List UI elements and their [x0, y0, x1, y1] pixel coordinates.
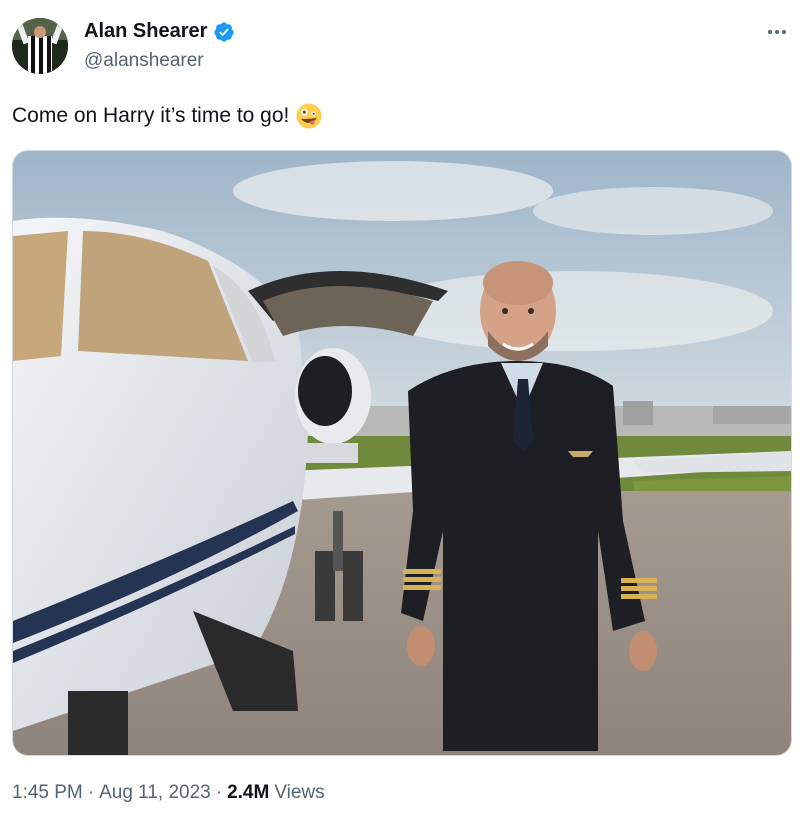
more-dot-icon — [775, 30, 779, 34]
views-count[interactable]: 2.4M — [227, 782, 269, 804]
zany-face-emoji-icon — [296, 103, 322, 129]
tweet-date[interactable]: Aug 11, 2023 — [99, 782, 211, 804]
pilot-jet-photo — [13, 151, 791, 755]
meta-separator: · — [87, 782, 95, 803]
tweet-time[interactable]: 1:45 PM — [12, 782, 83, 804]
more-dot-icon — [782, 30, 786, 34]
avatar[interactable] — [12, 18, 68, 74]
author-name-row[interactable]: Alan Shearer — [84, 20, 235, 43]
views-label[interactable]: Views — [274, 782, 324, 804]
more-dot-icon — [768, 30, 772, 34]
more-options-button[interactable] — [765, 26, 789, 38]
tweet-meta: 1:45 PM · Aug 11, 2023 · 2.4M Views — [12, 782, 325, 804]
author-handle[interactable]: @alanshearer — [84, 50, 204, 72]
avatar-image — [12, 18, 68, 74]
verified-badge-icon — [214, 21, 235, 42]
tweet-card: Alan Shearer @alanshearer Come on Harry … — [0, 0, 805, 814]
tweet-photo[interactable] — [12, 150, 792, 756]
meta-separator: · — [215, 782, 223, 803]
author-display-name[interactable]: Alan Shearer — [84, 20, 207, 43]
tweet-text: Come on Harry it’s time to go! — [12, 102, 323, 130]
tweet-text-content: Come on Harry it’s time to go! — [12, 104, 290, 127]
